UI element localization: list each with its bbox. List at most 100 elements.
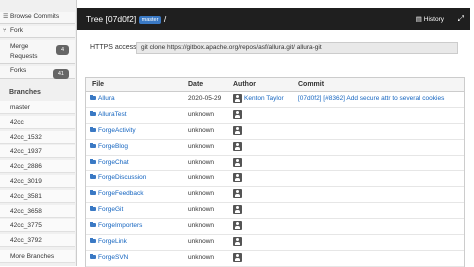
file-name[interactable]: Allura xyxy=(98,95,115,102)
browse-commits-link[interactable]: ☰ Browse Commits xyxy=(0,12,75,24)
file-cell[interactable]: ForgeFeedback xyxy=(90,190,144,197)
file-table: File Date Author Commit Allura 2020-05-29… xyxy=(85,77,465,267)
table-row: Allura 2020-05-29 Kenton Taylor [07d0f2] [#… xyxy=(86,92,464,108)
branch-item[interactable]: 42cc xyxy=(0,115,75,129)
file-cell[interactable]: Allura xyxy=(90,95,115,102)
clone-url-field[interactable]: git clone https://gitbox.apache.org/repo… xyxy=(136,42,458,54)
file-name[interactable]: ForgeChat xyxy=(98,159,129,166)
expand-icon[interactable]: ⤢ xyxy=(458,14,464,24)
fork-icon: ⑂ xyxy=(3,28,7,34)
table-row: ForgeFeedback unknown xyxy=(86,187,464,204)
branch-item[interactable]: 42cc_1937 xyxy=(0,145,75,159)
author-avatar-icon[interactable] xyxy=(233,94,242,103)
folder-icon xyxy=(90,253,96,259)
commit-column-header: Commit xyxy=(298,81,325,88)
file-cell[interactable]: ForgeGit xyxy=(90,206,123,213)
file-cell[interactable]: AlluraTest xyxy=(90,110,127,118)
file-cell[interactable]: ForgeActivity xyxy=(90,126,136,134)
author-avatar-icon[interactable] xyxy=(233,252,242,262)
folder-icon xyxy=(90,222,96,228)
folder-icon xyxy=(90,95,96,100)
author-avatar-icon[interactable] xyxy=(233,109,242,119)
more-branches-link[interactable]: More Branches xyxy=(0,250,75,263)
forks-count: 41 xyxy=(52,69,69,79)
table-row: ForgeDiscussion unknown xyxy=(86,171,464,188)
table-row: AlluraTest unknown xyxy=(86,108,464,124)
file-name[interactable]: ForgeDiscussion xyxy=(98,174,146,181)
file-cell[interactable]: ForgeImporters xyxy=(90,222,142,229)
file-name[interactable]: ForgeSVN xyxy=(98,254,128,261)
folder-icon xyxy=(90,158,96,164)
file-name[interactable]: ForgeImporters xyxy=(98,222,142,229)
branch-badge[interactable]: master xyxy=(138,16,162,24)
table-row: ForgeActivity unknown xyxy=(86,124,464,140)
history-link[interactable]: ▤ History xyxy=(416,15,444,23)
author-avatar-icon[interactable] xyxy=(233,221,242,231)
date-cell: unknown xyxy=(188,142,215,150)
table-row: ForgeLink unknown xyxy=(86,235,464,251)
date-cell: unknown xyxy=(188,174,215,182)
date-cell: unknown xyxy=(188,158,215,166)
folder-icon xyxy=(90,206,96,212)
file-cell[interactable]: ForgeDiscussion xyxy=(90,174,146,181)
tree-header: Tree [07d0f2] master / ▤ History ⤢ xyxy=(77,8,470,30)
forks-link[interactable]: Forks 41 xyxy=(0,66,75,79)
table-row: ForgeGit unknown xyxy=(86,203,464,220)
branch-item[interactable]: 42cc_2886 xyxy=(0,160,75,174)
file-name[interactable]: AlluraTest xyxy=(98,111,127,118)
browse-commits-label: Browse Commits xyxy=(10,13,60,20)
author-avatar-icon[interactable] xyxy=(233,141,242,151)
branch-item[interactable]: 42cc_3019 xyxy=(0,175,75,188)
author-name[interactable]: Kenton Taylor xyxy=(244,95,284,102)
table-header: File Date Author Commit xyxy=(86,78,464,92)
table-row: ForgeSVN unknown xyxy=(86,251,464,267)
file-name[interactable]: ForgeFeedback xyxy=(98,190,144,197)
file-name[interactable]: ForgeActivity xyxy=(98,127,136,134)
author-avatar-icon[interactable] xyxy=(233,173,242,183)
date-cell: unknown xyxy=(188,222,215,230)
branch-item[interactable]: 42cc_3775 xyxy=(0,219,75,233)
list-icon: ☰ xyxy=(3,14,9,20)
branch-item[interactable]: 42cc_3658 xyxy=(0,204,75,218)
history-label: History xyxy=(423,16,444,23)
file-cell[interactable]: ForgeChat xyxy=(90,158,129,166)
merge-requests-link[interactable]: Merge Requests 4 xyxy=(0,40,75,64)
table-row: ForgeChat unknown xyxy=(86,156,464,172)
author-avatar-icon[interactable] xyxy=(233,125,242,135)
author-avatar-icon[interactable] xyxy=(233,157,242,167)
author-avatar-icon[interactable] xyxy=(233,205,242,215)
branches-title: Branches xyxy=(9,89,41,96)
tree-title-text: Tree [07d0f2] xyxy=(86,14,137,24)
author-avatar-icon[interactable] xyxy=(233,237,242,247)
fork-link[interactable]: ⑂ Fork xyxy=(0,26,75,38)
table-body: Allura 2020-05-29 Kenton Taylor [07d0f2] [#… xyxy=(86,92,464,267)
date-cell: unknown xyxy=(188,110,215,118)
folder-icon xyxy=(90,174,96,180)
date-cell: unknown xyxy=(188,206,215,214)
date-cell: unknown xyxy=(188,190,215,198)
file-cell[interactable]: ForgeBlog xyxy=(90,142,128,150)
history-icon: ▤ xyxy=(415,16,422,23)
forks-label: Forks xyxy=(10,67,27,74)
commit-message[interactable]: [07d0f2] [#8362] Add secure attr to seve… xyxy=(298,95,444,102)
file-cell[interactable]: ForgeLink xyxy=(90,238,127,245)
fork-label: Fork xyxy=(10,27,23,34)
branch-item[interactable]: 42cc_1532 xyxy=(0,130,75,144)
folder-icon xyxy=(90,110,96,116)
file-name[interactable]: ForgeGit xyxy=(98,206,123,213)
branch-item[interactable]: master xyxy=(0,101,75,114)
author-column-header: Author xyxy=(233,81,256,88)
branch-item[interactable]: 42cc_3581 xyxy=(0,189,75,203)
branch-item[interactable]: 42cc_3792 xyxy=(0,234,75,248)
date-cell: unknown xyxy=(188,126,215,134)
tree-title: Tree [07d0f2] master / xyxy=(86,14,166,24)
file-name[interactable]: ForgeLink xyxy=(98,238,127,245)
folder-icon xyxy=(90,238,96,244)
https-access-label: HTTPS access xyxy=(90,44,137,51)
file-name[interactable]: ForgeBlog xyxy=(98,143,128,150)
file-cell[interactable]: ForgeSVN xyxy=(90,253,128,261)
table-row: ForgeImporters unknown xyxy=(86,219,464,236)
table-row: ForgeBlog unknown xyxy=(86,140,464,156)
author-avatar-icon[interactable] xyxy=(233,189,242,199)
path-separator: / xyxy=(163,14,167,24)
